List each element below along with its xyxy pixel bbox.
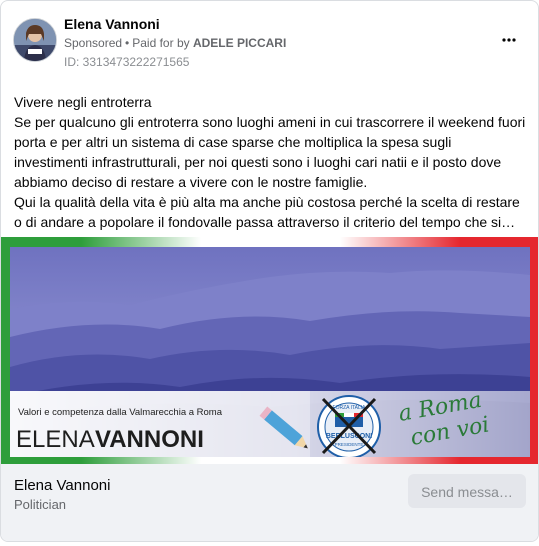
- post-text: Vivere negli entroterra Se per qualcuno …: [14, 92, 526, 232]
- avatar-image: [14, 19, 56, 61]
- ad-card: Elena Vannoni Sponsored • Paid for by ADEL…: [0, 0, 539, 542]
- more-horizontal-icon: [502, 38, 516, 42]
- ad-creative[interactable]: Valori e competenza dalla Valmarecchia a…: [1, 237, 538, 464]
- logo-name-text: BERLUSCONI: [326, 433, 372, 440]
- ad-caption-bar: Elena Vannoni Politician Send messa…: [1, 464, 538, 541]
- advertiser-avatar[interactable]: [13, 18, 57, 62]
- logo-sub-text: PRESIDENTE: [335, 442, 364, 447]
- post-paragraph: Qui la qualità della vita è più alta ma …: [14, 194, 520, 230]
- more-options-button[interactable]: [497, 29, 521, 49]
- payer-name: ADELE PICCARI: [192, 36, 287, 50]
- advertiser-name[interactable]: Elena Vannoni: [64, 16, 160, 32]
- library-id: ID: 3313473222271565: [64, 55, 190, 69]
- send-message-button[interactable]: Send messa…: [408, 474, 526, 508]
- paid-for-label: Paid for by: [132, 36, 190, 50]
- landscape-graphic: Valori e competenza dalla Valmarecchia a…: [10, 247, 530, 457]
- meta-separator: •: [125, 36, 130, 50]
- logo-top-text: FORZA ITALIA: [333, 405, 367, 411]
- post-title: Vivere negli entroterra: [14, 94, 152, 110]
- sponsored-meta: Sponsored • Paid for by ADELE PICCARI: [64, 36, 286, 50]
- post-paragraph: Se per qualcuno gli entroterra sono luog…: [14, 114, 526, 190]
- party-logo: FORZA ITALIA BERLUSCONI PRESIDENTE: [317, 395, 381, 457]
- page-name[interactable]: Elena Vannoni: [14, 477, 110, 494]
- creative-tagline: Valori e competenza dalla Valmarecchia a…: [18, 407, 223, 418]
- creative-last-name: VANNONI: [95, 426, 204, 453]
- sponsored-label: Sponsored: [64, 36, 123, 50]
- creative-first-name: ELENA: [16, 426, 95, 453]
- campaign-photo: Valori e competenza dalla Valmarecchia a…: [10, 247, 530, 457]
- page-category: Politician: [14, 497, 67, 512]
